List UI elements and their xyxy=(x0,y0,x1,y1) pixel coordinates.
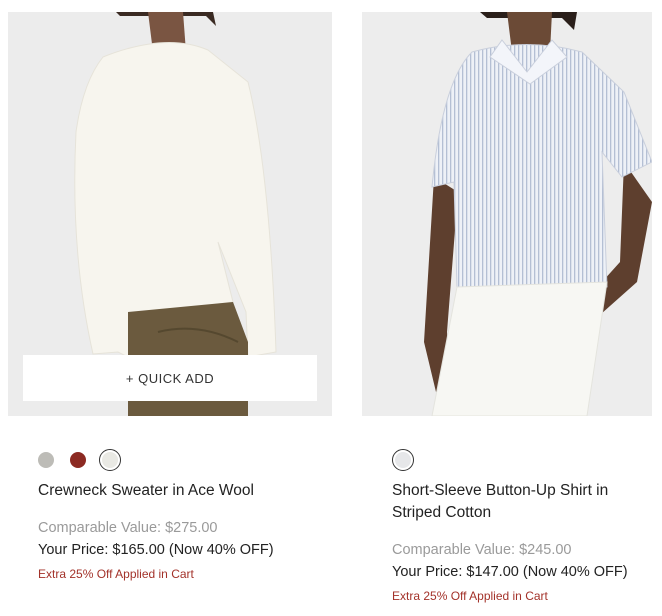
product-image-button-up-shirt[interactable] xyxy=(362,12,652,416)
extra-discount-note: Extra 25% Off Applied in Cart xyxy=(392,589,548,603)
product-name[interactable]: Crewneck Sweater in Ace Wool xyxy=(8,480,332,502)
color-swatches xyxy=(362,448,652,472)
your-price: Your Price: $147.00 (Now 40% OFF) xyxy=(392,564,628,580)
swatch-red[interactable] xyxy=(70,452,86,468)
your-price: Your Price: $165.00 (Now 40% OFF) xyxy=(38,542,274,558)
shirt-photo xyxy=(424,12,652,416)
comparable-value: Comparable Value: $275.00 xyxy=(38,520,218,536)
quick-add-button[interactable]: + QUICK ADD xyxy=(23,355,317,401)
product-card-button-up-shirt[interactable]: Short-Sleeve Button-Up Shirt in Striped … xyxy=(362,12,652,603)
swatch-white-selected[interactable] xyxy=(392,449,414,471)
product-card-crewneck-sweater[interactable]: + QUICK ADD Crewneck Sweater in Ace Wool… xyxy=(8,12,332,581)
swatch-ivory-selected[interactable] xyxy=(99,449,121,471)
comparable-value: Comparable Value: $245.00 xyxy=(392,542,572,558)
product-name[interactable]: Short-Sleeve Button-Up Shirt in Striped … xyxy=(362,480,652,524)
product-image-crewneck-sweater[interactable]: + QUICK ADD xyxy=(8,12,332,416)
extra-discount-note: Extra 25% Off Applied in Cart xyxy=(38,567,194,581)
color-swatches xyxy=(8,448,332,472)
swatch-gray[interactable] xyxy=(38,452,54,468)
